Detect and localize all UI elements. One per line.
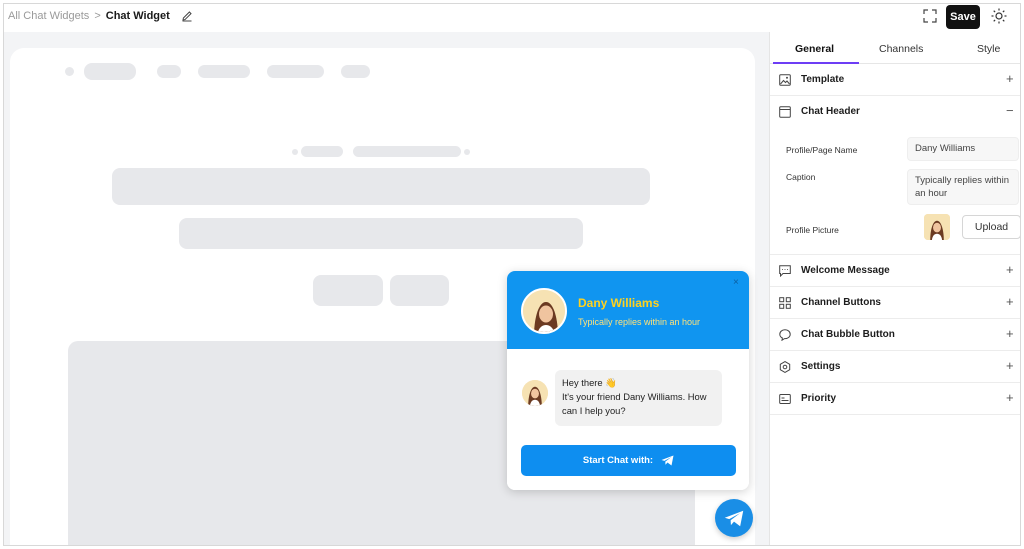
- section-chat-header[interactable]: Chat Header −: [770, 96, 1020, 128]
- expand-icon[interactable]: +: [1006, 294, 1014, 309]
- skeleton-nav: [267, 65, 324, 78]
- message-avatar: [522, 380, 548, 406]
- section-chat-header-label: Chat Header: [801, 106, 860, 117]
- chat-widget: Dany Williams Typically replies within a…: [507, 271, 749, 490]
- telegram-icon: [661, 455, 674, 466]
- start-chat-label: Start Chat with:: [582, 455, 654, 466]
- panel-tabs: General Channels Style: [770, 32, 1020, 64]
- start-chat-button[interactable]: Start Chat with:: [521, 445, 736, 476]
- save-button[interactable]: Save: [946, 5, 980, 29]
- section-priority[interactable]: Priority +: [770, 383, 1020, 415]
- skeleton-dot: [65, 67, 74, 76]
- welcome-line-2: It's your friend Dany Williams. How can …: [562, 391, 707, 416]
- message-icon: [779, 265, 791, 277]
- breadcrumb: All Chat Widgets > Chat Widget: [8, 10, 193, 22]
- skeleton-button: [313, 275, 383, 306]
- expand-icon[interactable]: +: [1006, 262, 1014, 277]
- bubble-icon: [779, 329, 791, 341]
- skeleton-button: [390, 275, 449, 306]
- expand-icon[interactable]: +: [1006, 390, 1014, 405]
- pencil-icon[interactable]: [181, 10, 193, 22]
- avatar-portrait-icon: [523, 290, 565, 332]
- avatar-portrait-icon: [924, 214, 950, 240]
- tab-style[interactable]: Style: [977, 43, 1000, 55]
- skeleton-nav: [157, 65, 181, 78]
- expand-icon[interactable]: +: [1006, 71, 1014, 86]
- skeleton-text: [353, 146, 461, 157]
- widget-body: Hey there 👋 It's your friend Dany Willia…: [507, 349, 749, 490]
- widget-preview-area: Dany Williams Typically replies within a…: [4, 32, 769, 545]
- section-chat-bubble-button[interactable]: Chat Bubble Button +: [770, 319, 1020, 351]
- expand-icon[interactable]: +: [1006, 358, 1014, 373]
- profile-picture-label: Profile Picture: [786, 225, 839, 235]
- app-window: All Chat Widgets > Chat Widget Save Dany…: [3, 3, 1021, 546]
- chat-bubble-button[interactable]: [715, 499, 753, 537]
- expand-icon[interactable]: +: [1006, 326, 1014, 341]
- caption-label: Caption: [786, 172, 816, 182]
- widget-header: Dany Williams Typically replies within a…: [507, 271, 749, 349]
- skeleton-dot: [292, 149, 298, 155]
- section-priority-label: Priority: [801, 393, 837, 404]
- section-channel-buttons-label: Channel Buttons: [801, 297, 881, 308]
- window-icon: [779, 106, 791, 118]
- priority-icon: [779, 394, 791, 404]
- grid-icon: [779, 297, 791, 309]
- skeleton-nav: [84, 63, 136, 80]
- tab-general[interactable]: General: [795, 43, 834, 55]
- settings-panel: General Channels Style Template + Chat H…: [769, 32, 1020, 545]
- section-welcome-message[interactable]: Welcome Message +: [770, 255, 1020, 287]
- welcome-line-1: Hey there 👋: [562, 377, 617, 388]
- welcome-message-bubble: Hey there 👋 It's your friend Dany Willia…: [555, 370, 722, 426]
- skeleton-heading: [179, 218, 583, 249]
- collapse-icon[interactable]: −: [1006, 103, 1014, 118]
- skeleton-nav: [341, 65, 370, 78]
- profile-picture-thumbnail: [924, 214, 950, 240]
- fullscreen-icon[interactable]: [923, 9, 937, 23]
- section-channel-buttons[interactable]: Channel Buttons +: [770, 287, 1020, 319]
- caption-textarea[interactable]: Typically replies within an hour: [907, 169, 1019, 205]
- profile-avatar: [521, 288, 567, 334]
- profile-name: Dany Williams: [578, 296, 660, 310]
- skeleton-dot: [464, 149, 470, 155]
- close-icon[interactable]: ×: [733, 277, 739, 288]
- chat-header-fields: Profile/Page Name Dany Williams Caption …: [770, 128, 1020, 255]
- section-settings[interactable]: Settings +: [770, 351, 1020, 383]
- avatar-portrait-icon: [522, 380, 548, 406]
- skeleton-text: [301, 146, 343, 157]
- skeleton-nav: [198, 65, 250, 78]
- telegram-icon: [724, 510, 744, 526]
- section-template[interactable]: Template +: [770, 64, 1020, 96]
- profile-name-label: Profile/Page Name: [786, 145, 858, 155]
- profile-caption: Typically replies within an hour: [578, 317, 701, 327]
- page-title: Chat Widget: [105, 10, 170, 22]
- breadcrumb-parent-link[interactable]: All Chat Widgets: [8, 10, 89, 22]
- image-icon: [779, 74, 791, 86]
- upload-button[interactable]: Upload: [962, 215, 1020, 239]
- breadcrumb-separator: >: [94, 10, 101, 22]
- tab-channels[interactable]: Channels: [879, 43, 923, 55]
- section-settings-label: Settings: [801, 361, 841, 372]
- gear-icon: [779, 361, 791, 373]
- section-bubble-label: Chat Bubble Button: [801, 329, 895, 340]
- skeleton-heading: [112, 168, 650, 205]
- profile-name-field[interactable]: Dany Williams: [907, 137, 1019, 161]
- section-welcome-label: Welcome Message: [801, 265, 890, 276]
- sun-icon[interactable]: [991, 8, 1007, 24]
- top-bar: All Chat Widgets > Chat Widget Save: [4, 4, 1020, 32]
- section-template-label: Template: [801, 74, 845, 85]
